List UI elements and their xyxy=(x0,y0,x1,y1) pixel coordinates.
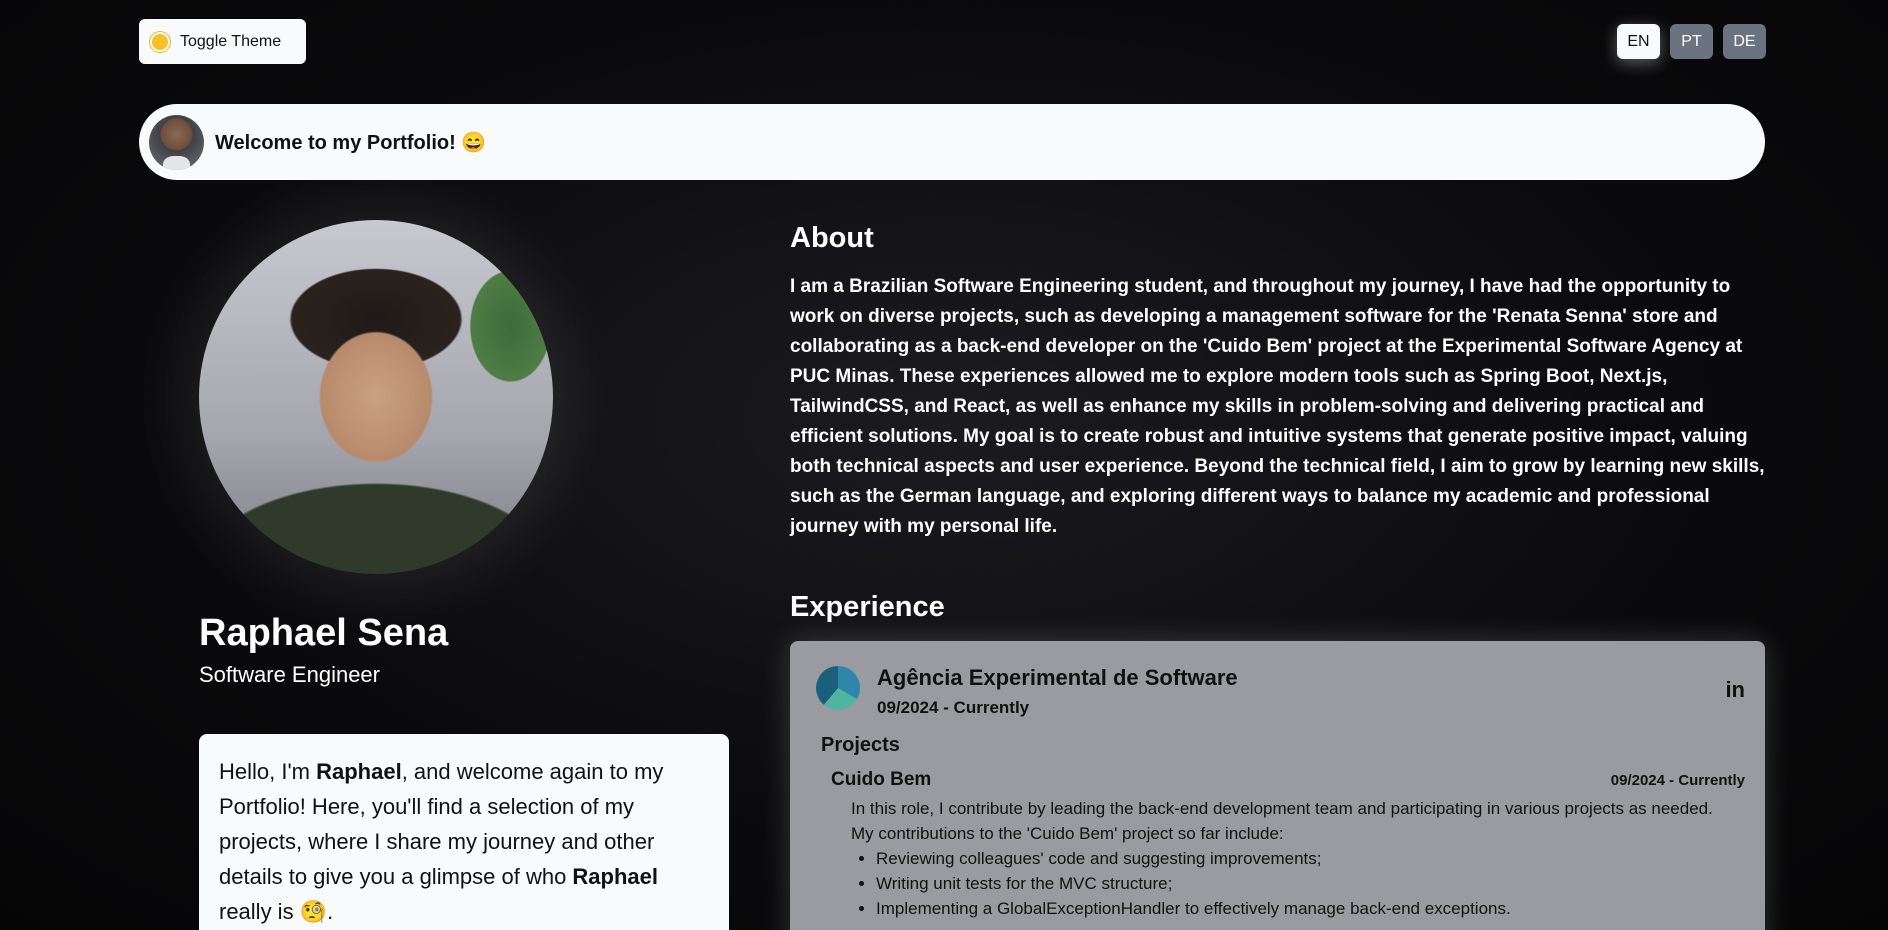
toggle-theme-button[interactable]: Toggle Theme xyxy=(139,19,306,64)
list-item: Writing unit tests for the MVC structure… xyxy=(876,871,1736,896)
language-button-pt[interactable]: PT xyxy=(1670,24,1713,59)
company-logo xyxy=(816,666,860,710)
list-item: Reviewing colleagues' code and suggestin… xyxy=(876,846,1736,871)
sun-icon xyxy=(152,33,168,50)
profile-photo xyxy=(199,220,553,574)
project-contributions: Reviewing colleagues' code and suggestin… xyxy=(876,846,1736,921)
company-period: 09/2024 - Currently xyxy=(877,698,1030,717)
linkedin-icon[interactable]: in xyxy=(1725,677,1745,703)
intro-suffix: really is 🧐. xyxy=(219,899,334,924)
intro-card: Hello, I'm Raphael, and welcome again to… xyxy=(199,734,729,930)
intro-name-2: Raphael xyxy=(572,864,659,889)
profile-role: Software Engineer xyxy=(199,662,380,687)
about-heading: About xyxy=(790,222,874,254)
company-name: Agência Experimental de Software xyxy=(877,665,1238,690)
project-name: Cuido Bem xyxy=(831,769,932,790)
experience-card: Agência Experimental de Software 09/2024… xyxy=(790,641,1765,930)
project-period: 09/2024 - Currently xyxy=(1610,772,1745,789)
language-button-en[interactable]: EN xyxy=(1617,24,1660,59)
experience-heading: Experience xyxy=(790,591,945,623)
welcome-banner: Welcome to my Portfolio! 😄 xyxy=(139,104,1765,180)
toggle-theme-label: Toggle Theme xyxy=(180,32,282,50)
intro-prefix: Hello, I'm xyxy=(219,759,317,784)
avatar xyxy=(149,114,204,170)
language-switcher: EN PT DE xyxy=(1617,24,1766,59)
projects-label: Projects xyxy=(821,734,900,756)
about-text: I am a Brazilian Software Engineering st… xyxy=(790,276,1765,537)
list-item: Implementing a GlobalExceptionHandler to… xyxy=(876,896,1736,921)
project-description: In this role, I contribute by leading th… xyxy=(851,799,1713,843)
intro-name: Raphael xyxy=(316,759,402,784)
profile-name: Raphael Sena xyxy=(199,612,449,654)
welcome-text: Welcome to my Portfolio! 😄 xyxy=(215,131,487,154)
language-button-de[interactable]: DE xyxy=(1723,24,1766,59)
